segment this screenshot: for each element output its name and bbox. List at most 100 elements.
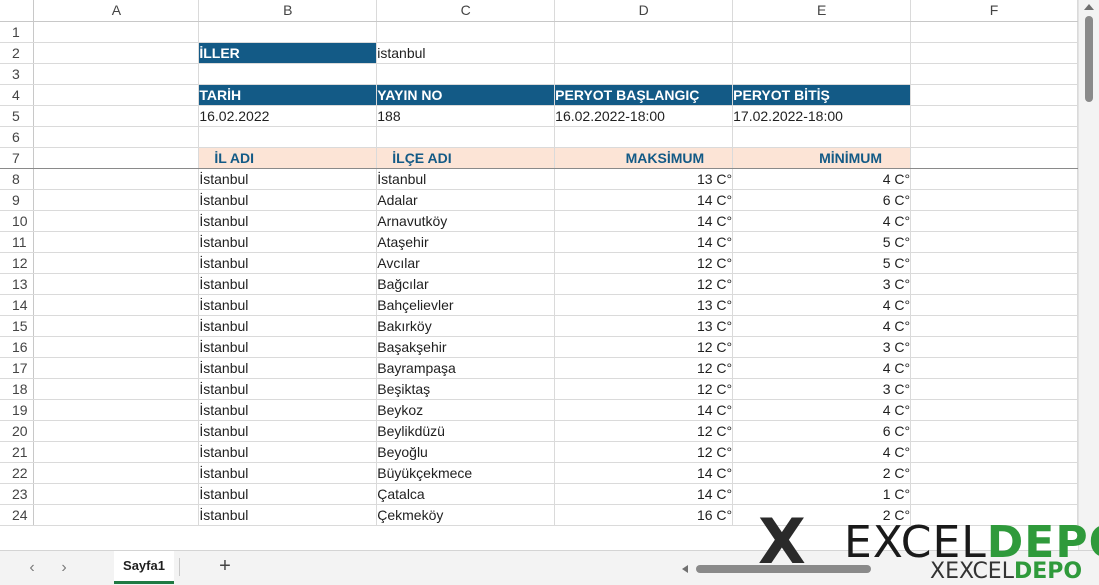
yayin-no-value-cell[interactable]: 188 (376, 105, 556, 127)
cell[interactable] (554, 42, 734, 64)
row-header[interactable]: 11 (0, 231, 35, 253)
row-header[interactable]: 4 (0, 84, 35, 106)
cell[interactable] (910, 126, 1078, 148)
cell[interactable] (554, 63, 734, 85)
cell[interactable] (33, 210, 200, 232)
ilce-adi-cell[interactable]: Adalar (376, 189, 556, 211)
row-header[interactable]: 16 (0, 336, 35, 358)
minimum-cell[interactable]: 2 C° (732, 462, 912, 484)
select-all-corner[interactable] (0, 0, 35, 22)
column-header-a[interactable]: A (33, 0, 200, 22)
row-header[interactable]: 6 (0, 126, 35, 148)
cell[interactable] (33, 84, 200, 106)
il-adi-cell[interactable]: İstanbul (198, 378, 378, 400)
row-header[interactable]: 15 (0, 315, 35, 337)
cell[interactable] (910, 336, 1078, 358)
vertical-scrollbar[interactable] (1078, 0, 1099, 550)
column-header-c[interactable]: C (376, 0, 556, 22)
cell[interactable] (910, 252, 1078, 274)
ilce-adi-cell[interactable]: Beylikdüzü (376, 420, 556, 442)
cell[interactable] (33, 483, 200, 505)
il-adi-header-cell[interactable]: İL ADI (198, 147, 378, 169)
minimum-cell[interactable]: 6 C° (732, 420, 912, 442)
cell[interactable] (33, 126, 200, 148)
row-header[interactable]: 14 (0, 294, 35, 316)
maksimum-cell[interactable]: 14 C° (554, 483, 734, 505)
cell[interactable] (554, 21, 734, 43)
minimum-cell[interactable]: 4 C° (732, 441, 912, 463)
maksimum-cell[interactable]: 14 C° (554, 210, 734, 232)
ilce-adi-cell[interactable]: Çatalca (376, 483, 556, 505)
ilce-adi-cell[interactable]: Beyoğlu (376, 441, 556, 463)
ilce-adi-cell[interactable]: Başakşehir (376, 336, 556, 358)
row-header[interactable]: 23 (0, 483, 35, 505)
ilce-adi-cell[interactable]: Çekmeköy (376, 504, 556, 526)
row-header[interactable]: 12 (0, 252, 35, 274)
cell[interactable] (910, 84, 1078, 106)
row-header[interactable]: 18 (0, 378, 35, 400)
minimum-cell[interactable]: 3 C° (732, 378, 912, 400)
cell[interactable] (33, 105, 200, 127)
row-header[interactable]: 8 (0, 168, 35, 190)
row-header[interactable]: 5 (0, 105, 35, 127)
row-header[interactable]: 3 (0, 63, 35, 85)
cell[interactable] (198, 126, 378, 148)
cell[interactable] (910, 210, 1078, 232)
column-header-b[interactable]: B (198, 0, 378, 22)
maksimum-cell[interactable]: 14 C° (554, 231, 734, 253)
cell[interactable] (732, 21, 912, 43)
ilce-adi-cell[interactable]: Bağcılar (376, 273, 556, 295)
cell[interactable] (910, 420, 1078, 442)
cell[interactable] (910, 189, 1078, 211)
ilce-adi-cell[interactable]: Avcılar (376, 252, 556, 274)
spreadsheet-grid[interactable]: A B C D E F 1 2 İLLER istanbul 3 4 TARİH… (0, 0, 1078, 550)
maksimum-cell[interactable]: 12 C° (554, 336, 734, 358)
ilce-adi-cell[interactable]: Bakırköy (376, 315, 556, 337)
cell[interactable] (33, 168, 200, 190)
add-sheet-button[interactable]: + (215, 555, 235, 578)
cell[interactable] (732, 63, 912, 85)
cell[interactable] (910, 168, 1078, 190)
row-header[interactable]: 7 (0, 147, 35, 169)
tab-sayfa1[interactable]: Sayfa1 (114, 551, 174, 584)
cell[interactable] (33, 441, 200, 463)
maksimum-cell[interactable]: 14 C° (554, 462, 734, 484)
maksimum-cell[interactable]: 12 C° (554, 252, 734, 274)
il-adi-cell[interactable]: İstanbul (198, 168, 378, 190)
next-sheet-icon[interactable]: › (56, 559, 72, 577)
column-header-e[interactable]: E (732, 0, 912, 22)
cell[interactable] (910, 231, 1078, 253)
cell[interactable] (910, 42, 1078, 64)
maksimum-cell[interactable]: 13 C° (554, 315, 734, 337)
cell[interactable] (33, 420, 200, 442)
cell[interactable] (910, 273, 1078, 295)
peryot-bitis-header-cell[interactable]: PERYOT BİTİŞ (732, 84, 912, 106)
tarih-header-cell[interactable]: TARİH (198, 84, 378, 106)
minimum-cell[interactable]: 4 C° (732, 210, 912, 232)
maksimum-header-cell[interactable]: MAKSİMUM (554, 147, 734, 169)
cell[interactable] (910, 399, 1078, 421)
cell[interactable] (33, 21, 200, 43)
minimum-cell[interactable]: 4 C° (732, 399, 912, 421)
yayin-no-header-cell[interactable]: YAYIN NO (376, 84, 556, 106)
cell[interactable] (910, 462, 1078, 484)
minimum-cell[interactable]: 3 C° (732, 273, 912, 295)
il-adi-cell[interactable]: İstanbul (198, 462, 378, 484)
cell[interactable] (376, 126, 556, 148)
ilce-adi-header-cell[interactable]: İLÇE ADI (376, 147, 556, 169)
ilce-adi-cell[interactable]: İstanbul (376, 168, 556, 190)
row-header[interactable]: 19 (0, 399, 35, 421)
minimum-cell[interactable]: 4 C° (732, 168, 912, 190)
maksimum-cell[interactable]: 12 C° (554, 357, 734, 379)
il-adi-cell[interactable]: İstanbul (198, 315, 378, 337)
minimum-cell[interactable]: 5 C° (732, 231, 912, 253)
cell[interactable] (910, 294, 1078, 316)
row-header[interactable]: 1 (0, 21, 35, 43)
minimum-cell[interactable]: 4 C° (732, 315, 912, 337)
ilce-adi-cell[interactable]: Arnavutköy (376, 210, 556, 232)
cell[interactable] (910, 378, 1078, 400)
cell[interactable] (33, 378, 200, 400)
cell[interactable] (33, 294, 200, 316)
maksimum-cell[interactable]: 12 C° (554, 378, 734, 400)
cell[interactable] (910, 105, 1078, 127)
